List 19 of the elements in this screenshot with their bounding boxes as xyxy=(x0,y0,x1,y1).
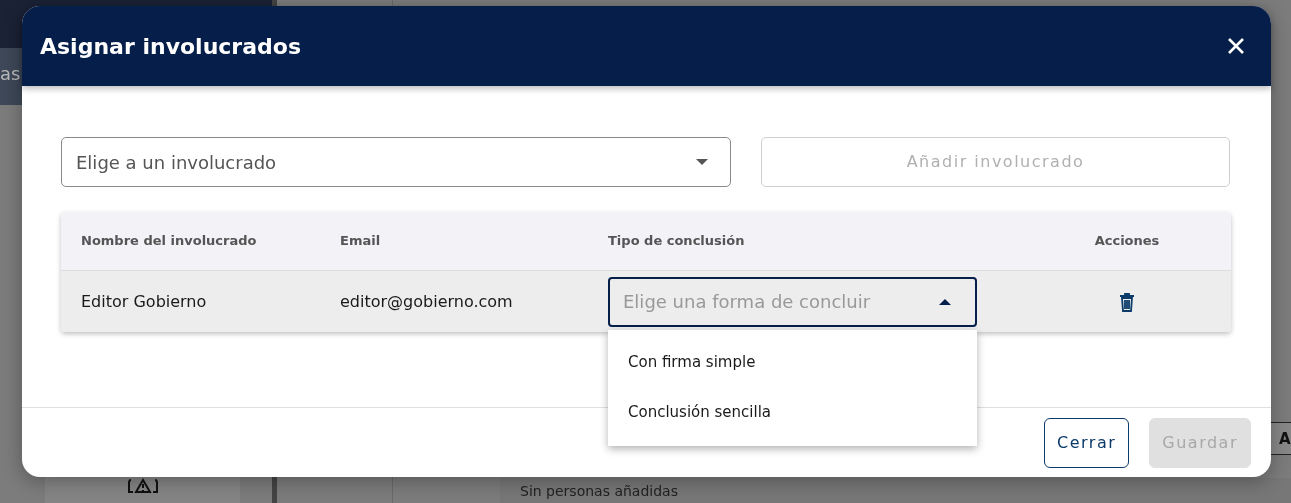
table-cell: Editor Gobierno xyxy=(81,291,207,311)
table-cell: editor@gobierno.com xyxy=(340,291,513,311)
menu-option[interactable]: Con firma simple xyxy=(608,337,977,388)
caret-icon xyxy=(696,159,708,165)
column-header: Email xyxy=(340,233,381,249)
trash-icon[interactable] xyxy=(1119,292,1135,312)
warning-icon xyxy=(128,478,158,494)
involved-select[interactable]: Elige a un involucrado xyxy=(61,137,731,187)
button-label: A xyxy=(1279,429,1291,450)
column-header: Nombre del involucrado xyxy=(81,233,257,249)
empty-message: Sin personas añadidas xyxy=(520,484,678,498)
dialog-button[interactable]: Cerrar xyxy=(1044,418,1130,468)
sidebar-label: as xyxy=(0,62,21,86)
dialog-title: Asignar involucrados xyxy=(40,32,301,61)
column-header: Acciones xyxy=(1094,233,1160,249)
close-icon xyxy=(1227,37,1245,55)
menu-option[interactable]: Conclusión sencilla xyxy=(608,387,977,438)
column-header: Tipo de conclusión xyxy=(608,233,745,249)
caret-icon xyxy=(939,298,951,305)
